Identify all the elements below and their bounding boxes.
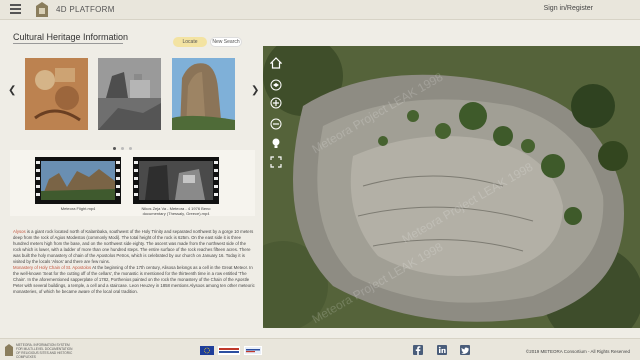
locate-button[interactable]: Locate xyxy=(173,37,207,47)
map-imagery xyxy=(263,46,640,328)
video-caption: Meteora Flight.mp4 xyxy=(60,206,96,211)
layers-icon[interactable] xyxy=(270,79,282,91)
video-gallery: Meteora Flight.mp4 Nikos Zeja Va - Meteo… xyxy=(10,150,255,216)
carousel-prev-icon[interactable]: ❮ xyxy=(8,85,16,96)
satellite-map[interactable]: Meteora Project LEAK 1998 Meteora Projec… xyxy=(263,46,640,328)
meteora-logo xyxy=(5,344,13,356)
facebook-icon[interactable] xyxy=(413,345,423,355)
video-card[interactable]: Meteora Flight.mp4 xyxy=(35,157,121,215)
monastery-name-link[interactable]: Monastery of Holy Chain of St. Apostolos xyxy=(13,265,91,270)
video-thumbnail xyxy=(133,157,219,204)
project-description: METEORA. INFORMATION SYSTEM FOR MULTI-LE… xyxy=(16,343,73,359)
site-description: Alysos is a giant rock located north of … xyxy=(13,229,255,339)
title-underline xyxy=(13,43,123,44)
carousel-image-monastery[interactable] xyxy=(98,58,161,130)
video-thumbnail xyxy=(35,157,121,204)
video-caption: Nikos Zeja Va - Meteora - 4 1976 Beno do… xyxy=(141,206,211,216)
eu-flag-logo xyxy=(200,346,214,355)
copyright-text: ©2019 METEORA Consortium - All Rights Re… xyxy=(525,349,630,354)
sign-in-link[interactable]: Sign in/Register xyxy=(544,5,593,12)
panel-title: Cultural Heritage Information xyxy=(13,32,129,42)
fullscreen-icon[interactable] xyxy=(270,156,282,168)
espa-logo xyxy=(244,346,262,355)
light-icon[interactable] xyxy=(270,137,282,149)
carousel-image-fresco[interactable] xyxy=(25,58,88,130)
new-search-button[interactable]: New Search xyxy=(210,37,242,47)
carousel-next-icon[interactable]: ❯ xyxy=(251,85,259,96)
partner-logo xyxy=(218,346,240,355)
video-card[interactable]: Nikos Zeja Va - Meteora - 4 1976 Beno do… xyxy=(133,157,219,216)
zoom-in-icon[interactable] xyxy=(270,97,282,109)
twitter-icon[interactable] xyxy=(460,345,470,355)
zoom-out-icon[interactable] xyxy=(270,118,282,130)
top-bar: 4D PLATFORM Sign in/Register xyxy=(0,0,640,20)
linkedin-icon[interactable] xyxy=(437,345,447,355)
site-name-link[interactable]: Alysos xyxy=(13,229,26,234)
home-icon[interactable] xyxy=(270,57,282,69)
platform-logo xyxy=(36,2,48,17)
site-description-text: is a giant rock located north of Kalamba… xyxy=(13,229,254,264)
hamburger-icon[interactable] xyxy=(10,4,21,14)
carousel-image-rock[interactable] xyxy=(172,58,235,130)
platform-brand: 4D PLATFORM xyxy=(56,5,115,14)
footer: METEORA. INFORMATION SYSTEM FOR MULTI-LE… xyxy=(0,338,640,360)
